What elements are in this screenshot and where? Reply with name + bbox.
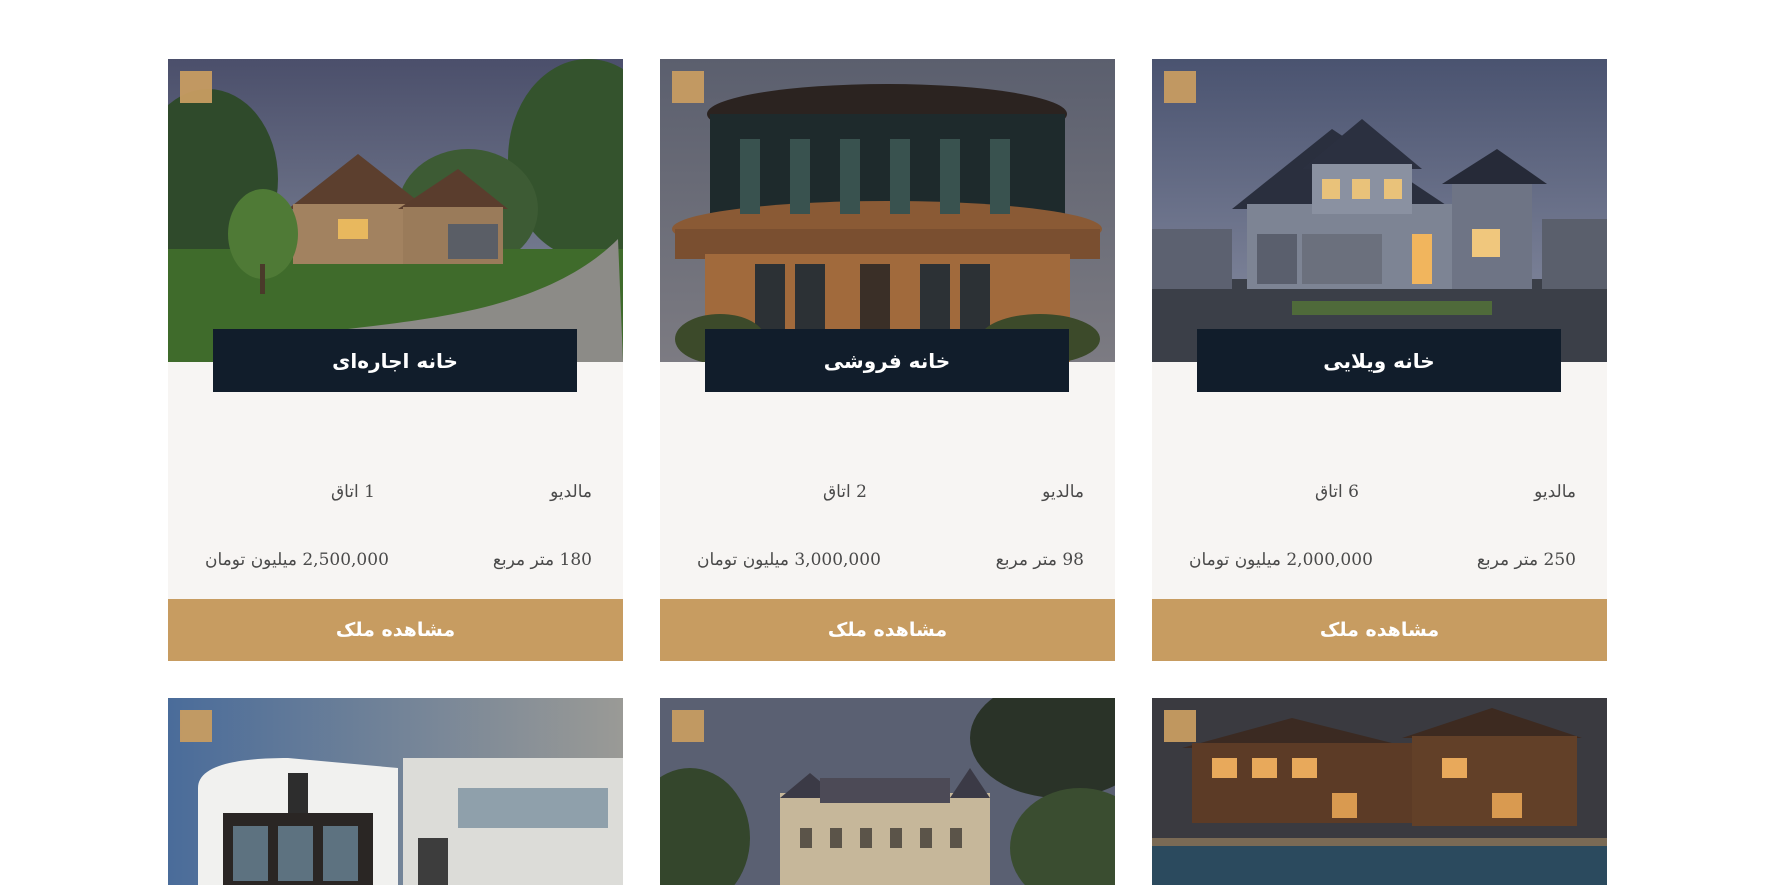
view-property-button[interactable]: مشاهده ملک xyxy=(660,599,1115,661)
view-property-button[interactable]: مشاهده ملک xyxy=(1152,599,1607,661)
location-label: مالدیو xyxy=(550,482,592,502)
corner-badge xyxy=(672,71,704,103)
corner-badge xyxy=(180,710,212,742)
card-row-location: مالدیو 2 اتاق xyxy=(697,482,1084,502)
property-photo[interactable] xyxy=(168,698,623,885)
card-row-details: 98 متر مربع 3,000,000 میلیون تومان xyxy=(697,550,1084,570)
card-row-location: مالدیو 6 اتاق xyxy=(1189,482,1576,502)
corner-badge xyxy=(1164,710,1196,742)
area-label: 250 متر مربع xyxy=(1476,550,1576,570)
rooms-label: 1 اتاق xyxy=(330,482,375,502)
card-row-details: 180 متر مربع 2,500,000 میلیون تومان xyxy=(205,550,592,570)
card-title: خانه اجاره‌ای xyxy=(213,329,577,392)
location-label: مالدیو xyxy=(1534,482,1576,502)
property-photo[interactable] xyxy=(660,59,1115,362)
corner-badge xyxy=(672,710,704,742)
price-label: 2,000,000 میلیون تومان xyxy=(1189,550,1373,570)
property-photo[interactable] xyxy=(1152,59,1607,362)
area-label: 180 متر مربع xyxy=(492,550,592,570)
price-label: 2,500,000 میلیون تومان xyxy=(205,550,389,570)
card-row-details: 250 متر مربع 2,000,000 میلیون تومان xyxy=(1189,550,1576,570)
property-card[interactable] xyxy=(660,698,1115,885)
property-photo[interactable] xyxy=(168,59,623,362)
property-photo[interactable] xyxy=(660,698,1115,885)
property-photo[interactable] xyxy=(1152,698,1607,885)
rooms-label: 2 اتاق xyxy=(822,482,867,502)
property-card[interactable] xyxy=(168,698,623,885)
card-title: خانه ویلایی xyxy=(1197,329,1561,392)
property-card[interactable] xyxy=(1152,698,1607,885)
rooms-label: 6 اتاق xyxy=(1314,482,1359,502)
area-label: 98 متر مربع xyxy=(995,550,1084,570)
card-title: خانه فروشی xyxy=(705,329,1069,392)
view-property-button[interactable]: مشاهده ملک xyxy=(168,599,623,661)
corner-badge xyxy=(1164,71,1196,103)
corner-badge xyxy=(180,71,212,103)
property-card[interactable]: خانه ویلایی مالدیو 6 اتاق 250 متر مربع 2… xyxy=(1152,59,1607,661)
card-row-location: مالدیو 1 اتاق xyxy=(205,482,592,502)
property-card[interactable]: خانه اجاره‌ای مالدیو 1 اتاق 180 متر مربع… xyxy=(168,59,623,661)
property-card[interactable]: خانه فروشی مالدیو 2 اتاق 98 متر مربع 3,0… xyxy=(660,59,1115,661)
location-label: مالدیو xyxy=(1042,482,1084,502)
price-label: 3,000,000 میلیون تومان xyxy=(697,550,881,570)
